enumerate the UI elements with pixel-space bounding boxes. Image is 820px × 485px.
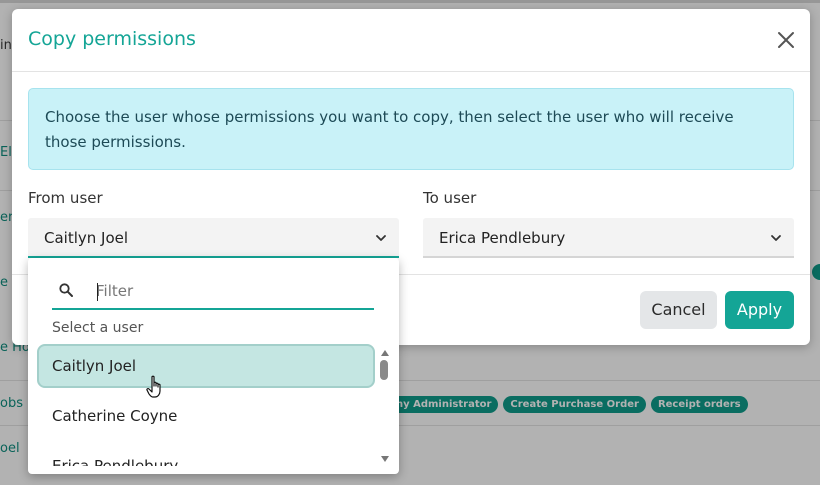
scroll-down-arrow-icon[interactable] [381, 456, 389, 462]
option-group-label: Select a user [52, 320, 144, 336]
to-user-select[interactable]: Erica Pendlebury [423, 218, 794, 258]
chevron-down-icon [376, 235, 386, 241]
user-option[interactable]: Erica Pendlebury [37, 444, 375, 466]
options-scrollbar[interactable] [378, 350, 390, 462]
text-caret [97, 283, 98, 301]
from-user-dropdown: Select a user Caitlyn Joel Catherine Coy… [28, 258, 399, 474]
info-message: Choose the user whose permissions you wa… [28, 88, 794, 170]
from-user-label: From user [28, 189, 103, 207]
apply-button[interactable]: Apply [725, 291, 794, 329]
close-icon [778, 32, 794, 48]
chevron-down-icon [771, 235, 781, 241]
from-user-value: Caitlyn Joel [44, 229, 129, 247]
user-option[interactable]: Catherine Coyne [37, 394, 375, 438]
to-user-label: To user [423, 189, 477, 207]
to-user-value: Erica Pendlebury [439, 229, 566, 247]
user-option[interactable]: Caitlyn Joel [37, 344, 375, 388]
scroll-up-arrow-icon[interactable] [381, 350, 389, 356]
hand-pointer-icon [146, 375, 161, 398]
filter-input[interactable] [96, 278, 366, 304]
modal-title: Copy permissions [28, 28, 196, 50]
close-button[interactable] [776, 30, 796, 50]
from-user-select[interactable]: Caitlyn Joel [28, 218, 399, 258]
options-list: Caitlyn Joel Catherine Coyne Erica Pendl… [28, 335, 382, 466]
scrollbar-thumb[interactable] [380, 360, 388, 380]
modal-header: Copy permissions [12, 9, 810, 72]
cancel-button[interactable]: Cancel [640, 291, 717, 329]
search-icon [59, 283, 73, 297]
filter-field[interactable] [52, 272, 374, 310]
